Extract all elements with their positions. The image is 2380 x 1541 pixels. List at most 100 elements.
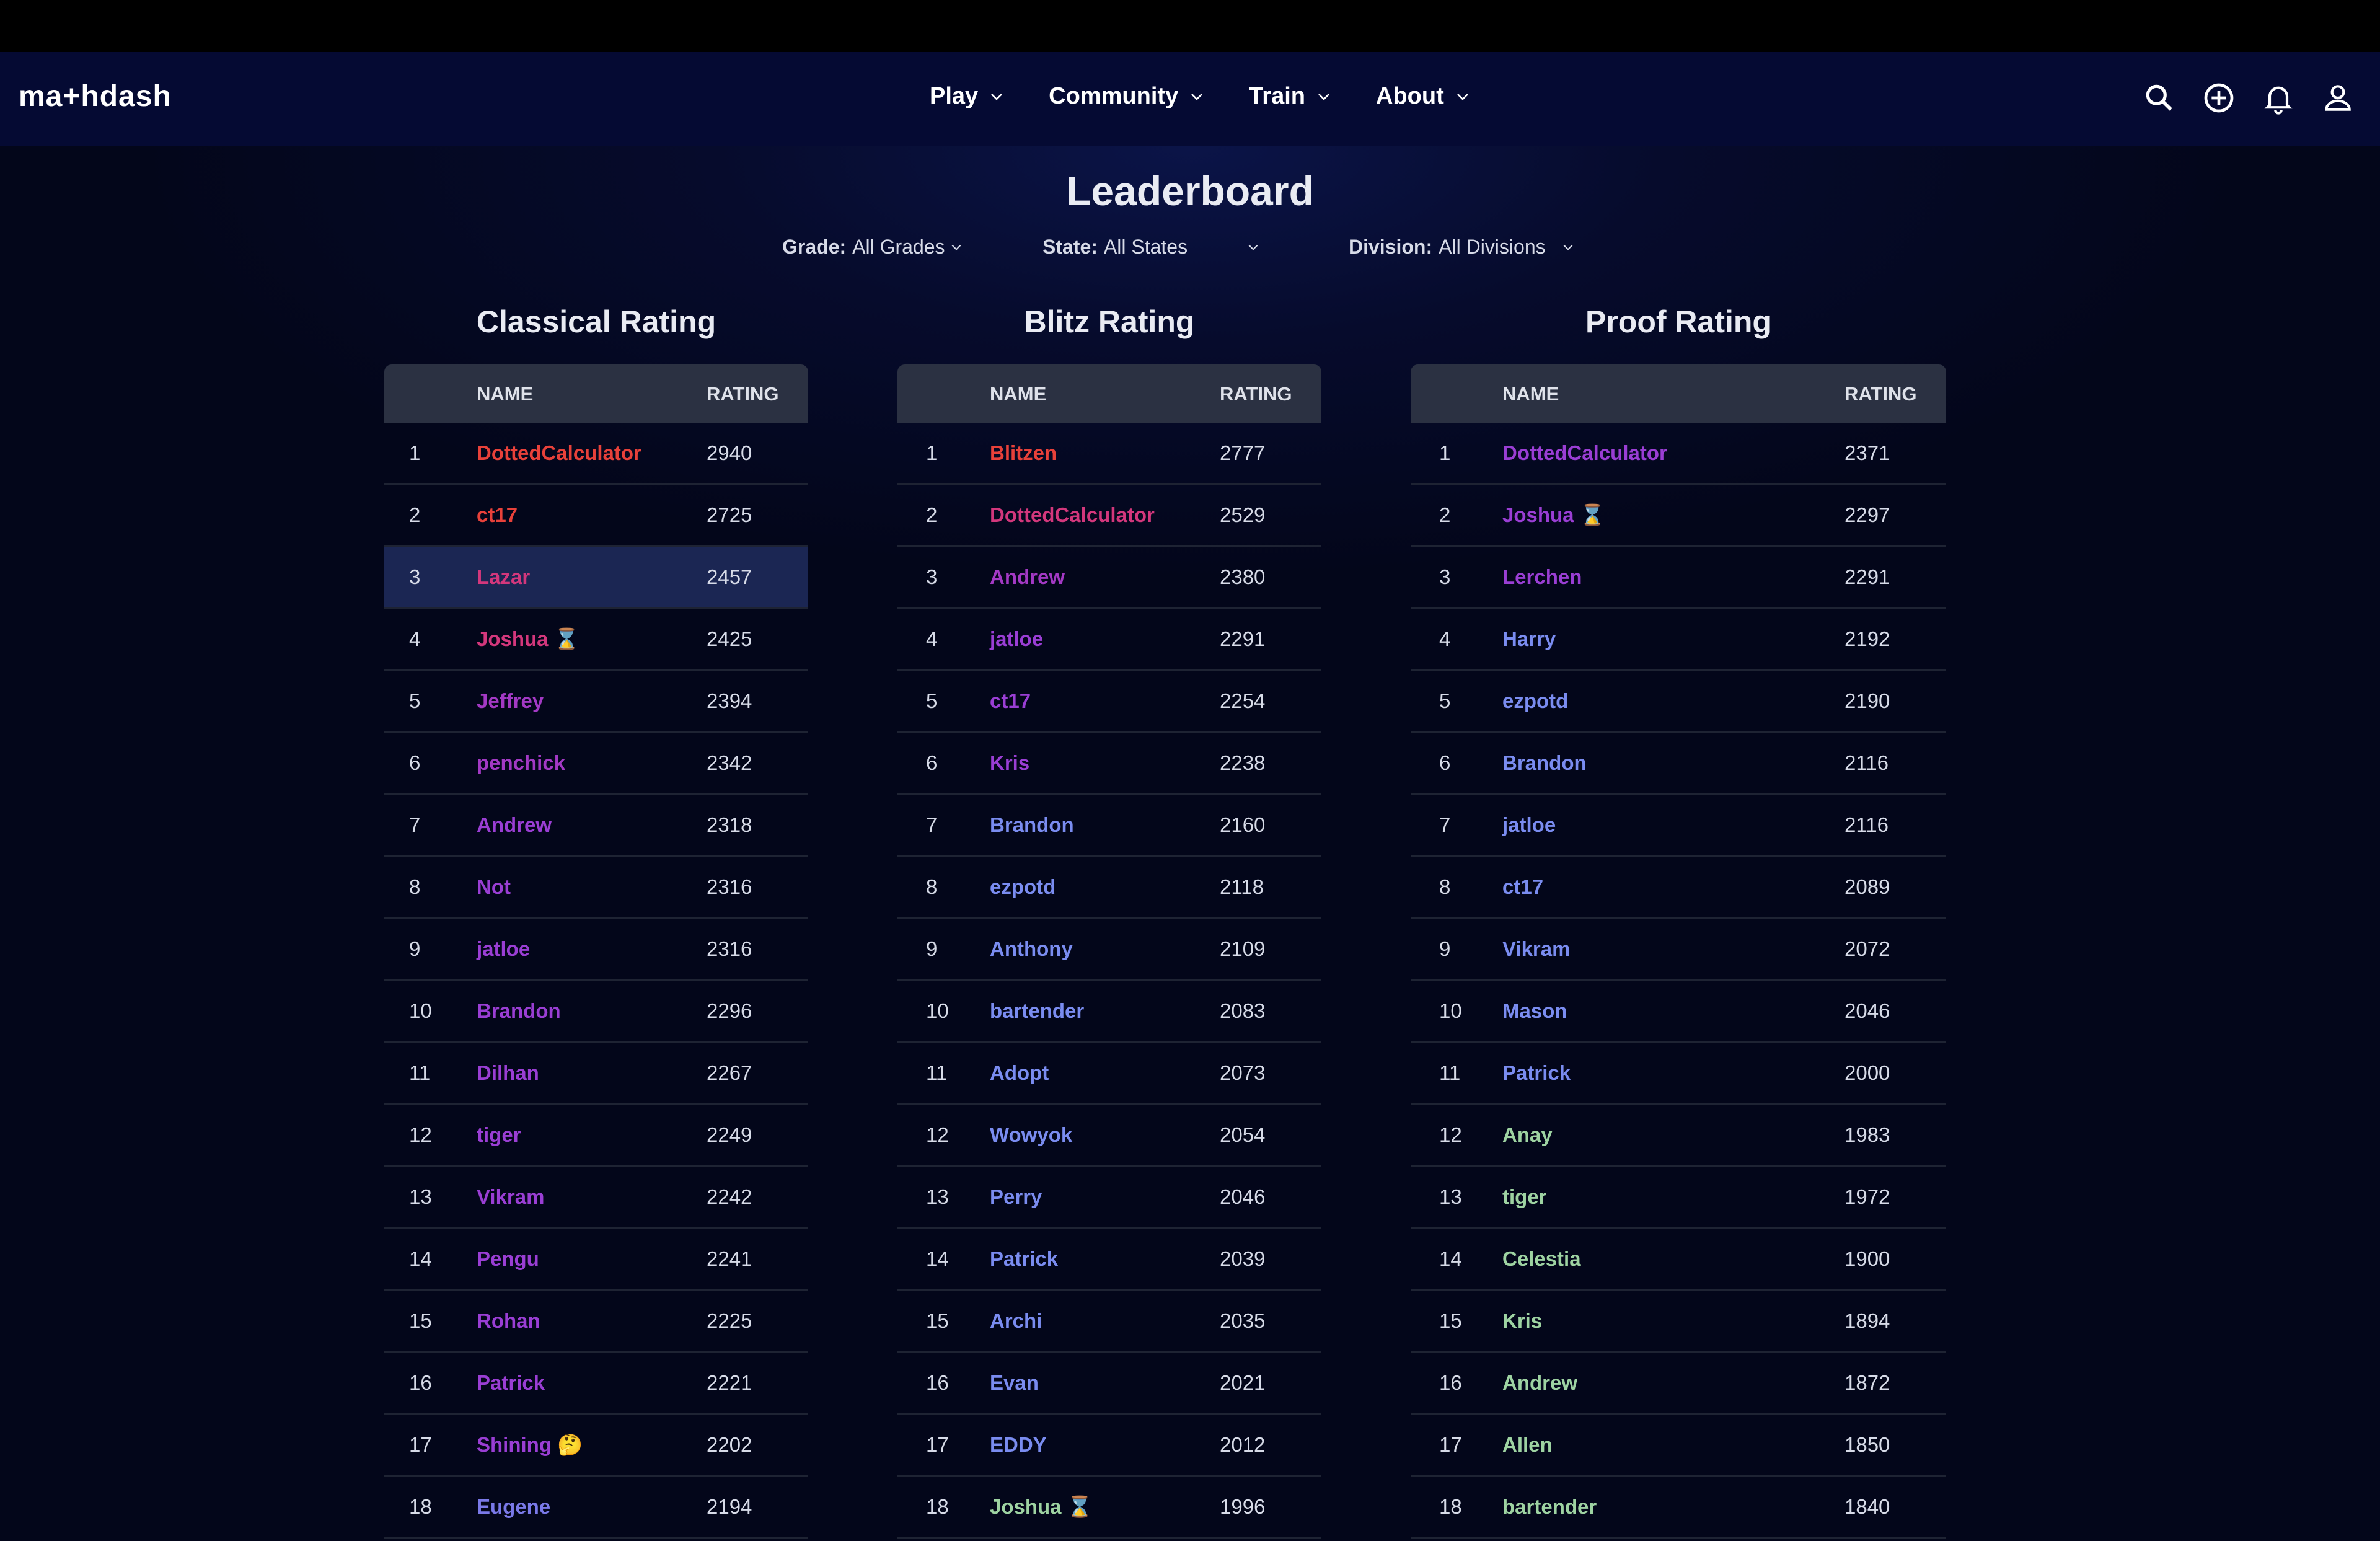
player-name-link[interactable]: Archi <box>990 1309 1042 1333</box>
table-row[interactable]: 10 Brandon 2296 <box>384 981 808 1043</box>
player-name-link[interactable]: Evan <box>990 1371 1039 1395</box>
table-row[interactable]: 8 ezpotd 2118 <box>897 857 1321 919</box>
table-row[interactable]: 3 Lerchen 2291 <box>1411 547 1946 609</box>
table-row[interactable]: 12 Anay 1983 <box>1411 1105 1946 1167</box>
table-row[interactable]: 14 Patrick 2039 <box>897 1229 1321 1291</box>
player-name-link[interactable]: DottedCalculator <box>1502 441 1667 465</box>
table-row[interactable]: 18 bartender 1840 <box>1411 1477 1946 1539</box>
table-row[interactable]: 2 DottedCalculator 2529 <box>897 485 1321 547</box>
table-row[interactable]: 5 Jeffrey 2394 <box>384 671 808 733</box>
table-row[interactable]: 7 Andrew 2318 <box>384 795 808 857</box>
bell-icon[interactable] <box>2261 81 2296 115</box>
table-row[interactable]: 3 Andrew 2380 <box>897 547 1321 609</box>
player-name-link[interactable]: bartender <box>990 999 1084 1023</box>
player-name-link[interactable]: Adopt <box>990 1061 1049 1085</box>
table-row[interactable]: 14 Celestia 1900 <box>1411 1229 1946 1291</box>
player-name-link[interactable]: DottedCalculator <box>477 441 641 465</box>
player-name-link[interactable]: Blitzen <box>990 441 1057 465</box>
player-name-link[interactable]: ezpotd <box>1502 689 1568 713</box>
table-row[interactable]: 4 Joshua ⌛ 2425 <box>384 609 808 671</box>
player-name-link[interactable]: Anay <box>1502 1123 1553 1147</box>
table-row[interactable]: 4 Harry 2192 <box>1411 609 1946 671</box>
player-name-link[interactable]: DottedCalculator <box>990 503 1155 527</box>
table-row[interactable]: 5 ct17 2254 <box>897 671 1321 733</box>
player-name-link[interactable]: Patrick <box>477 1371 545 1395</box>
player-name-link[interactable]: Vikram <box>1502 937 1570 961</box>
table-row[interactable]: 7 jatloe 2116 <box>1411 795 1946 857</box>
table-row[interactable]: 11 Patrick 2000 <box>1411 1043 1946 1105</box>
table-row[interactable]: 3 Lazar 2457 <box>384 547 808 609</box>
player-name-link[interactable]: ezpotd <box>990 875 1056 899</box>
table-row[interactable]: 15 Rohan 2225 <box>384 1291 808 1353</box>
table-row[interactable]: 1 DottedCalculator 2940 <box>384 423 808 485</box>
player-name-link[interactable]: Vikram <box>477 1185 544 1209</box>
player-name-link[interactable]: Allen <box>1502 1433 1553 1457</box>
search-icon[interactable] <box>2142 81 2177 115</box>
table-row[interactable]: 9 jatloe 2316 <box>384 919 808 981</box>
table-row[interactable]: 15 Archi 2035 <box>897 1291 1321 1353</box>
player-name-link[interactable]: Brandon <box>477 999 561 1023</box>
grade-filter[interactable]: Grade: All Grades <box>782 236 963 258</box>
player-name-link[interactable]: Pengu <box>477 1247 539 1271</box>
player-name-link[interactable]: Anthony <box>990 937 1073 961</box>
user-icon[interactable] <box>2320 81 2355 115</box>
player-name-link[interactable]: Wowyok <box>990 1123 1072 1147</box>
player-name-link[interactable]: Celestia <box>1502 1247 1581 1271</box>
player-name-link[interactable]: Not <box>477 875 511 899</box>
player-name-link[interactable]: EDDY <box>990 1433 1047 1457</box>
table-row[interactable]: 18 Joshua ⌛ 1996 <box>897 1477 1321 1539</box>
nav-community[interactable]: Community <box>1049 83 1204 110</box>
player-name-link[interactable]: jatloe <box>1502 813 1556 837</box>
player-name-link[interactable]: tiger <box>477 1123 521 1147</box>
player-name-link[interactable]: Brandon <box>990 813 1074 837</box>
player-name-link[interactable]: Shining 🤔 <box>477 1433 583 1457</box>
table-row[interactable]: 17 Shining 🤔 2202 <box>384 1415 808 1477</box>
player-name-link[interactable]: tiger <box>1502 1185 1547 1209</box>
nav-train[interactable]: Train <box>1249 83 1331 110</box>
table-row[interactable]: 17 Allen 1850 <box>1411 1415 1946 1477</box>
player-name-link[interactable]: ct17 <box>1502 875 1543 899</box>
player-name-link[interactable]: Andrew <box>1502 1371 1577 1395</box>
table-row[interactable]: 9 Vikram 2072 <box>1411 919 1946 981</box>
table-row[interactable]: 14 Pengu 2241 <box>384 1229 808 1291</box>
table-row[interactable]: 16 Evan 2021 <box>897 1353 1321 1415</box>
player-name-link[interactable]: Joshua ⌛ <box>477 627 580 651</box>
player-name-link[interactable]: Jeffrey <box>477 689 544 713</box>
player-name-link[interactable]: Lerchen <box>1502 565 1582 589</box>
table-row[interactable]: 2 Joshua ⌛ 2297 <box>1411 485 1946 547</box>
player-name-link[interactable]: ct17 <box>477 503 518 527</box>
player-name-link[interactable]: Andrew <box>477 813 552 837</box>
table-row[interactable]: 1 Blitzen 2777 <box>897 423 1321 485</box>
table-row[interactable]: 9 Anthony 2109 <box>897 919 1321 981</box>
table-row[interactable]: 18 Eugene 2194 <box>384 1477 808 1539</box>
player-name-link[interactable]: jatloe <box>990 627 1043 651</box>
table-row[interactable]: 13 Vikram 2242 <box>384 1167 808 1229</box>
player-name-link[interactable]: Mason <box>1502 999 1567 1023</box>
table-row[interactable]: 6 penchick 2342 <box>384 733 808 795</box>
player-name-link[interactable]: ct17 <box>990 689 1031 713</box>
player-name-link[interactable]: Joshua ⌛ <box>990 1495 1093 1519</box>
player-name-link[interactable]: jatloe <box>477 937 530 961</box>
table-row[interactable]: 16 Andrew 1872 <box>1411 1353 1946 1415</box>
add-circle-icon[interactable] <box>2202 81 2236 115</box>
table-row[interactable]: 16 Patrick 2221 <box>384 1353 808 1415</box>
player-name-link[interactable]: Lazar <box>477 565 530 589</box>
table-row[interactable]: 5 ezpotd 2190 <box>1411 671 1946 733</box>
table-row[interactable]: 13 Perry 2046 <box>897 1167 1321 1229</box>
player-name-link[interactable]: Dilhan <box>477 1061 539 1085</box>
player-name-link[interactable]: Brandon <box>1502 751 1587 775</box>
player-name-link[interactable]: Perry <box>990 1185 1042 1209</box>
player-name-link[interactable]: Patrick <box>990 1247 1058 1271</box>
table-row[interactable]: 10 bartender 2083 <box>897 981 1321 1043</box>
table-row[interactable]: 8 Not 2316 <box>384 857 808 919</box>
table-row[interactable]: 17 EDDY 2012 <box>897 1415 1321 1477</box>
player-name-link[interactable]: Andrew <box>990 565 1065 589</box>
player-name-link[interactable]: Harry <box>1502 627 1556 651</box>
player-name-link[interactable]: penchick <box>477 751 565 775</box>
table-row[interactable]: 12 tiger 2249 <box>384 1105 808 1167</box>
table-row[interactable]: 6 Kris 2238 <box>897 733 1321 795</box>
table-row[interactable]: 2 ct17 2725 <box>384 485 808 547</box>
player-name-link[interactable]: Kris <box>990 751 1029 775</box>
nav-about[interactable]: About <box>1376 83 1470 110</box>
table-row[interactable]: 13 tiger 1972 <box>1411 1167 1946 1229</box>
